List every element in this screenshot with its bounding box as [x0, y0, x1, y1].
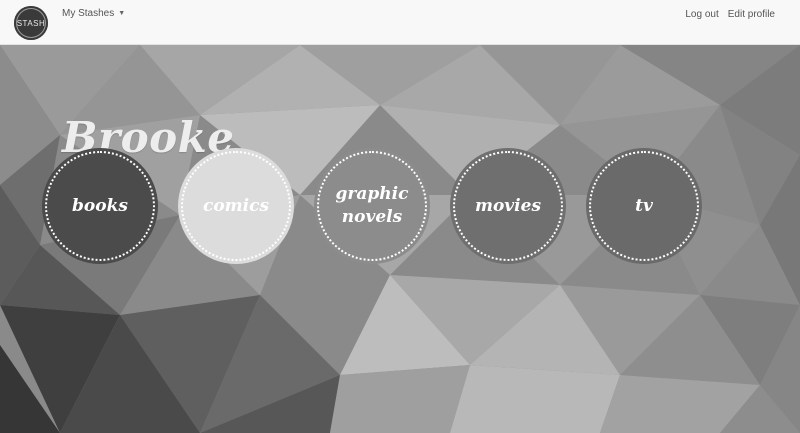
stash-logo[interactable]: STASH: [14, 6, 48, 40]
stash-circle-tv[interactable]: tv: [586, 148, 702, 264]
logout-link[interactable]: Log out: [685, 9, 718, 20]
stash-circle-graphic-novels[interactable]: graphic novels: [314, 148, 430, 264]
my-stashes-dropdown[interactable]: My Stashes ▼: [62, 8, 125, 19]
stash-label-graphic-novels: graphic novels: [335, 184, 409, 227]
stash-circle-books[interactable]: books: [42, 148, 158, 264]
stash-circle-movies[interactable]: movies: [450, 148, 566, 264]
nav-actions: Log out Edit profile: [685, 9, 775, 20]
stash-label-books: books: [72, 195, 128, 216]
stash-label-tv: tv: [635, 195, 653, 216]
stash-circle-comics[interactable]: comics: [178, 148, 294, 264]
stash-label-comics: comics: [202, 195, 270, 216]
my-stashes-label: My Stashes: [62, 8, 115, 19]
caret-down-icon: ▼: [118, 10, 126, 17]
stash-label-movies: movies: [474, 195, 542, 216]
edit-profile-link[interactable]: Edit profile: [728, 9, 775, 20]
top-navbar: STASH My Stashes ▼ Log out Edit profile: [0, 0, 800, 45]
